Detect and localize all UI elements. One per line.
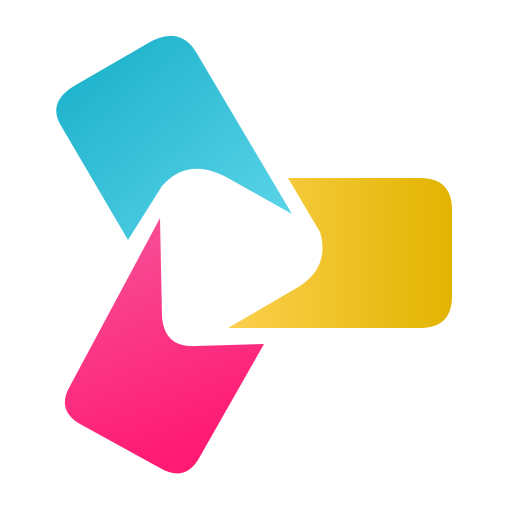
- cyan-tile-shape: [56, 35, 292, 241]
- pink-tile-shape: [64, 218, 264, 474]
- yellow-tile-shape: [228, 178, 452, 328]
- play-logo-icon: [56, 35, 452, 474]
- app-icon-canvas: [0, 0, 512, 512]
